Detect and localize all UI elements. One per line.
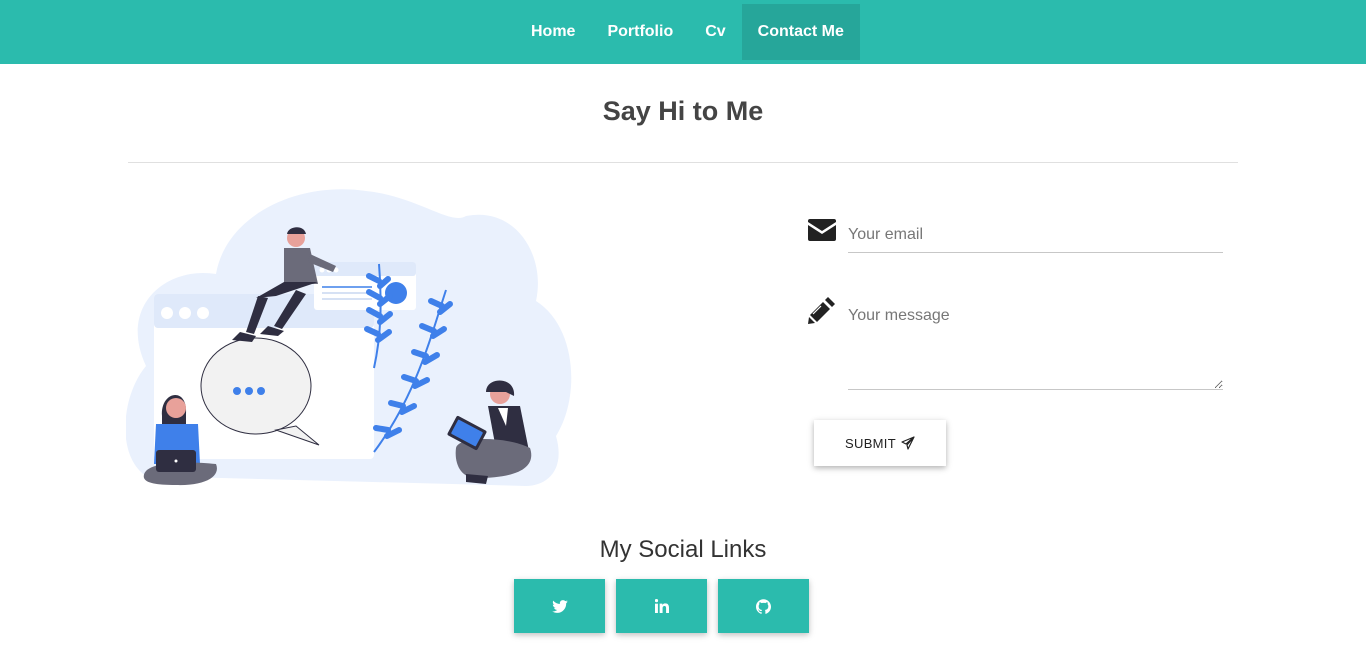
title-divider [128,162,1238,163]
page-title: Say Hi to Me [602,96,764,126]
pencil-icon [808,297,835,324]
paper-plane-icon [901,436,915,450]
email-field[interactable] [848,218,1223,253]
social-links-title: My Social Links [599,536,767,563]
social-links [514,579,809,633]
twitter-button[interactable] [514,579,605,633]
nav-item-home[interactable]: Home [515,4,591,60]
nav-item-contact[interactable]: Contact Me [741,4,860,60]
message-field[interactable] [848,300,1223,390]
linkedin-icon [654,599,669,613]
nav-item-portfolio[interactable]: Portfolio [591,4,689,60]
linkedin-button[interactable] [616,579,707,633]
github-button[interactable] [718,579,809,633]
contact-illustration [126,189,572,486]
nav-menu: Home Portfolio Cv Contact Me [515,4,860,60]
submit-button[interactable]: SUBMIT [814,420,946,466]
submit-label: SUBMIT [845,435,896,451]
github-icon [756,598,771,614]
envelope-icon [808,219,836,241]
twitter-icon [551,599,568,613]
top-navbar: Home Portfolio Cv Contact Me [0,0,1366,64]
nav-item-cv[interactable]: Cv [689,4,741,60]
